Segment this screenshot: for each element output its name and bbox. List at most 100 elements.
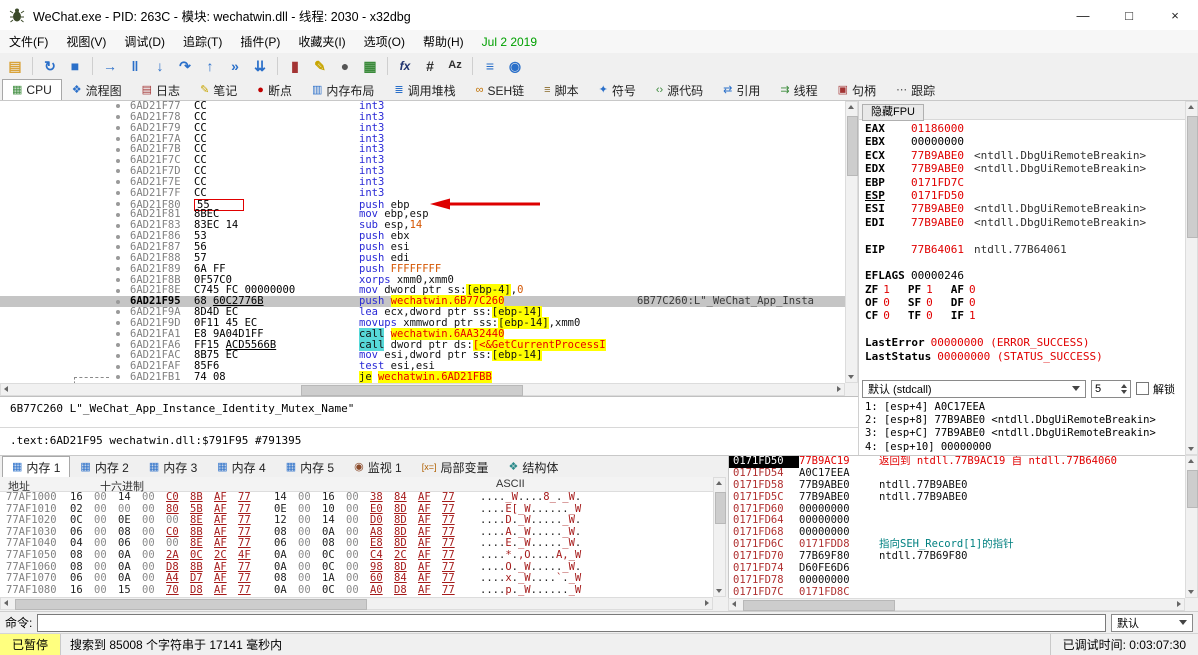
animate-into-button[interactable]: ⇊ bbox=[248, 55, 272, 77]
tab-notes[interactable]: ✎ 笔记 bbox=[190, 79, 247, 100]
scroll-left-icon[interactable] bbox=[1, 598, 12, 609]
tab-dump-4[interactable]: ▦ 内存 4 bbox=[207, 456, 275, 477]
maximize-button[interactable]: □ bbox=[1106, 0, 1152, 30]
unlock-checkbox[interactable]: 解锁 bbox=[1136, 381, 1175, 397]
patches-button[interactable]: ◉ bbox=[503, 55, 527, 77]
tab-watch-1[interactable]: ◉ 监视 1 bbox=[344, 456, 412, 477]
disasm-row[interactable]: 6AD21F81 8BEC mov ebp,esp bbox=[0, 209, 845, 220]
spinner-arrows-icon[interactable] bbox=[1121, 383, 1127, 394]
tab-dump-2[interactable]: ▦ 内存 2 bbox=[70, 456, 138, 477]
close-button[interactable]: × bbox=[1152, 0, 1198, 30]
scroll-right-icon[interactable] bbox=[701, 598, 712, 609]
disassembly-vertical-scrollbar[interactable] bbox=[845, 101, 858, 383]
disasm-row[interactable]: 6AD21F79 CC int3 bbox=[0, 122, 845, 134]
scrollbar-thumb[interactable] bbox=[715, 492, 726, 524]
stack-row[interactable]: 0171FD5C 77B9ABE0 ntdll.77B9ABE0 bbox=[729, 491, 1185, 504]
scrollbar-thumb[interactable] bbox=[847, 116, 858, 176]
scrollbar-thumb[interactable] bbox=[15, 599, 367, 610]
dump-horizontal-scrollbar[interactable] bbox=[0, 597, 713, 610]
tab-references[interactable]: ⇄ 引用 bbox=[713, 79, 770, 100]
scroll-down-icon[interactable] bbox=[1186, 443, 1197, 454]
scrollbar-thumb[interactable] bbox=[1187, 470, 1198, 508]
menu-help[interactable]: 帮助(H) bbox=[414, 30, 473, 53]
scrollbar-thumb[interactable] bbox=[743, 600, 895, 611]
scroll-down-icon[interactable] bbox=[846, 371, 857, 382]
dump-row[interactable]: 77AF1080 16 00 15 00 70 D8 AF 77 0A 00 0C 00 A0 D8 AF 77… bbox=[0, 584, 713, 597]
stop-button[interactable]: ■ bbox=[63, 55, 87, 77]
dump-row[interactable]: 77AF1000 16 00 14 00 C0 8B AF 77 14 00 16 00 38 84 AF 77… bbox=[0, 492, 713, 504]
stack-row[interactable]: 0171FD60 00000000 bbox=[729, 503, 1185, 516]
tab-trace[interactable]: ⋯ 跟踪 bbox=[886, 79, 945, 100]
register-line[interactable]: ESP 0171FD50 bbox=[865, 189, 1175, 202]
run-to-cursor-button[interactable]: » bbox=[223, 55, 247, 77]
register-line[interactable]: EBX 00000000 bbox=[865, 135, 1175, 148]
open-file-button[interactable]: ▤ bbox=[3, 55, 27, 77]
disasm-row[interactable]: 6AD21F7D CC int3 bbox=[0, 166, 845, 177]
log-toggle-button[interactable]: ▮ bbox=[283, 55, 307, 77]
disasm-row[interactable]: 6AD21F83 83EC 14 sub esp,14 bbox=[0, 220, 845, 231]
disasm-row[interactable]: 6AD21F7A CC int3 bbox=[0, 133, 845, 145]
stack-vertical-scrollbar[interactable] bbox=[1185, 455, 1198, 598]
tab-call-stack[interactable]: ≣ 调用堆栈 bbox=[384, 79, 465, 100]
register-line[interactable]: CF 0 TF 0 IF 1 bbox=[865, 309, 1175, 322]
disasm-row[interactable]: 6AD21FB1 74 08 je wechatwin.6AD21FBB bbox=[0, 371, 845, 383]
calling-convention-select[interactable]: 默认 (stdcall) bbox=[862, 379, 1086, 398]
disassembly-horizontal-scrollbar[interactable] bbox=[0, 383, 845, 396]
register-line[interactable]: ECX 77B9ABE0 <ntdll.DbgUiRemoteBreakin> bbox=[865, 149, 1175, 162]
disasm-row[interactable]: 6AD21F78 CC int3 bbox=[0, 111, 845, 123]
stack-row[interactable]: 0171FD70 77B69F80 ntdll.77B69F80 bbox=[729, 550, 1185, 563]
pause-button[interactable]: ‖ bbox=[123, 55, 147, 77]
tab-threads[interactable]: ⇉ 线程 bbox=[770, 79, 827, 100]
stack-argument[interactable]: 1: [esp+4] A0C17EEA bbox=[865, 401, 1175, 414]
disasm-row[interactable]: 6AD21F87 56 push esi bbox=[0, 242, 845, 253]
register-line[interactable]: EAX 01186000 bbox=[865, 122, 1175, 135]
scroll-up-icon[interactable] bbox=[714, 478, 725, 489]
tab-dump-5[interactable]: ▦ 内存 5 bbox=[276, 456, 344, 477]
register-line[interactable]: OF 0 SF 0 DF 0 bbox=[865, 296, 1175, 309]
register-line[interactable]: ESI 77B9ABE0 <ntdll.DbgUiRemoteBreakin> bbox=[865, 202, 1175, 215]
dump-row[interactable]: 77AF1070 06 00 0A 00 A4 D7 AF 77 08 00 1A 00 60 84 AF 77… bbox=[0, 572, 713, 585]
scroll-up-icon[interactable] bbox=[1186, 456, 1197, 467]
dump-row[interactable]: 77AF1050 08 00 0A 00 2A 0C 2C 4F 0A 00 0C 00 C4 2C AF 77… bbox=[0, 549, 713, 562]
step-out-button[interactable]: ↑ bbox=[198, 55, 222, 77]
stack-row[interactable]: 0171FD7C 0171FD8C bbox=[729, 586, 1185, 598]
register-line[interactable]: ZF 1 PF 1 AF 0 bbox=[865, 283, 1175, 296]
register-line[interactable]: EIP 77B64061 ntdll.77B64061 bbox=[865, 243, 1175, 256]
hide-fpu-button[interactable]: 隐藏FPU bbox=[862, 104, 924, 121]
register-line[interactable]: EDI 77B9ABE0 <ntdll.DbgUiRemoteBreakin> bbox=[865, 216, 1175, 229]
register-line[interactable]: LastError 00000000 (ERROR_SUCCESS) bbox=[865, 336, 1175, 349]
tab-seh[interactable]: ∞ SEH链 bbox=[466, 79, 535, 100]
notes-toggle-button[interactable]: ✎ bbox=[308, 55, 332, 77]
register-line[interactable]: GS 002B FS 0053 bbox=[865, 376, 1175, 377]
menu-options[interactable]: 选项(O) bbox=[355, 30, 414, 53]
menu-plugins[interactable]: 插件(P) bbox=[231, 30, 289, 53]
tab-log[interactable]: ▤ 日志 bbox=[132, 79, 190, 100]
disasm-row[interactable]: 6AD21F7E CC int3 bbox=[0, 176, 845, 188]
menu-view[interactable]: 视图(V) bbox=[57, 30, 115, 53]
scroll-down-icon[interactable] bbox=[1186, 586, 1197, 597]
menu-favourites[interactable]: 收藏夹(I) bbox=[289, 30, 354, 53]
tab-source[interactable]: ‹› 源代码 bbox=[646, 79, 713, 100]
register-line[interactable]: EFLAGS 00000246 bbox=[865, 269, 1175, 282]
tab-memory-map[interactable]: ▥ 内存布局 bbox=[302, 79, 384, 100]
dump-vertical-scrollbar[interactable] bbox=[713, 477, 726, 597]
stack-row[interactable]: 0171FD74 D60FE6D6 bbox=[729, 562, 1185, 575]
scroll-right-icon[interactable] bbox=[1173, 599, 1184, 610]
step-into-button[interactable]: ↓ bbox=[148, 55, 172, 77]
tab-cpu[interactable]: ▦ CPU bbox=[2, 79, 62, 100]
scrollbar-thumb[interactable] bbox=[301, 385, 523, 396]
tab-graph[interactable]: ❖ 流程图 bbox=[62, 79, 132, 100]
disasm-row[interactable]: 6AD21F7C CC int3 bbox=[0, 155, 845, 166]
tab-locals[interactable]: [x=] 局部变量 bbox=[412, 456, 499, 477]
checkbox-icon[interactable] bbox=[1136, 382, 1149, 395]
scroll-up-icon[interactable] bbox=[1186, 102, 1197, 113]
argument-count-spinner[interactable]: 5 bbox=[1091, 379, 1131, 398]
disasm-row[interactable]: 6AD21F7B CC int3 bbox=[0, 144, 845, 155]
fx-button[interactable]: fx bbox=[393, 55, 417, 77]
tab-dump-3[interactable]: ▦ 内存 3 bbox=[139, 456, 207, 477]
command-mode-select[interactable]: 默认 bbox=[1111, 613, 1193, 632]
menu-file[interactable]: 文件(F) bbox=[0, 30, 57, 53]
stack-row[interactable]: 0171FD50 77B9AC19 返回到 ntdll.77B9AC19 自 ntd… bbox=[729, 456, 1185, 468]
register-line[interactable]: EDX 77B9ABE0 <ntdll.DbgUiRemoteBreakin> bbox=[865, 162, 1175, 175]
stack-row[interactable]: 0171FD78 00000000 bbox=[729, 574, 1185, 587]
